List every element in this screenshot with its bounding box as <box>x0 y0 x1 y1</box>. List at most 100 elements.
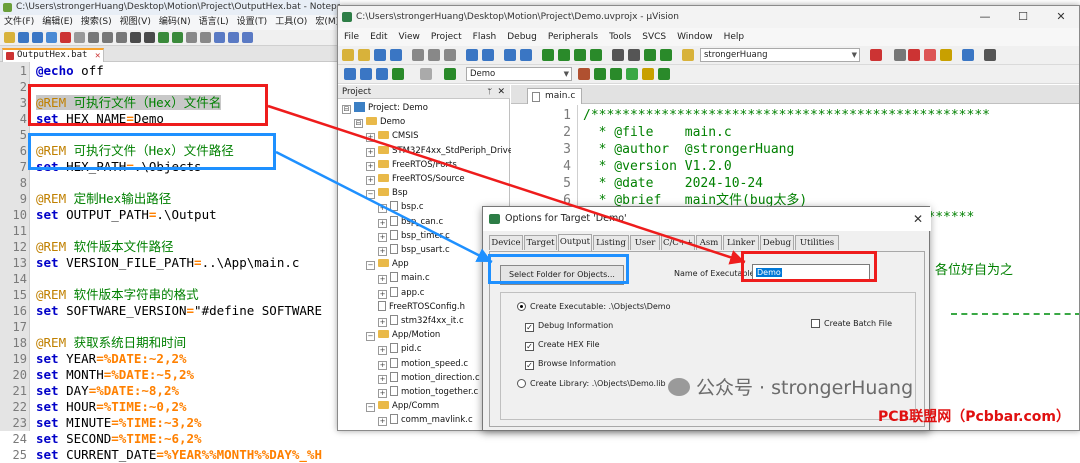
find-in-files-icon[interactable] <box>682 49 694 61</box>
cut-icon[interactable] <box>412 49 424 61</box>
uv-menu-item[interactable]: Flash <box>473 28 497 46</box>
unindent-icon[interactable] <box>628 49 640 61</box>
sync-scroll-icon[interactable] <box>214 32 225 43</box>
browse-info-option[interactable]: ✓ Browse Information <box>525 358 616 370</box>
translate-icon[interactable] <box>344 68 356 80</box>
expand-toggle-icon[interactable]: + <box>366 176 375 185</box>
batch-build-icon[interactable] <box>392 68 404 80</box>
expand-toggle-icon[interactable]: + <box>378 374 387 384</box>
npp-menu-item[interactable]: 视图(V) <box>120 15 151 30</box>
npp-menu-item[interactable]: 语言(L) <box>199 15 229 30</box>
expand-toggle-icon[interactable]: + <box>378 275 387 285</box>
close-file-icon[interactable] <box>60 32 71 43</box>
expand-toggle-icon[interactable]: + <box>378 289 387 299</box>
checkbox-checked-icon[interactable]: ✓ <box>525 323 534 332</box>
project-tree-item[interactable]: − Bsp <box>366 186 408 201</box>
tab-outputhex-bat[interactable]: OutputHex.bat ✕ <box>2 48 105 62</box>
stop-build-icon[interactable] <box>420 68 432 80</box>
dialog-tab-linker[interactable]: Linker <box>723 235 759 250</box>
project-tree-item[interactable]: + stm32f4xx_it.c <box>378 314 464 329</box>
select-packs-icon[interactable] <box>626 68 638 80</box>
project-tree-item[interactable]: + STM32F4xx_StdPeriph_Driver <box>366 144 517 159</box>
project-tree-item[interactable]: − App/Comm <box>366 399 439 414</box>
project-tree-item[interactable]: ⊟ Demo <box>354 115 405 130</box>
undo-icon[interactable] <box>130 32 141 43</box>
uv-menu-item[interactable]: SVCS <box>642 28 666 46</box>
dialog-tab-device[interactable]: Device <box>489 235 523 250</box>
expand-toggle-icon[interactable]: − <box>366 261 375 271</box>
project-tree-item[interactable]: − App <box>366 257 409 272</box>
undo-icon[interactable] <box>466 49 478 61</box>
project-tree-item[interactable]: + bsp_can.c <box>378 215 443 230</box>
npp-menu-item[interactable]: 工具(O) <box>275 15 307 30</box>
project-tree-item[interactable]: + bsp_timer.c <box>378 229 450 244</box>
pin-icon[interactable]: ᛘ <box>487 85 492 99</box>
close-window-button[interactable]: ✕ <box>1042 6 1079 28</box>
build-icon[interactable] <box>360 68 372 80</box>
target-select[interactable]: Demo ▼ <box>466 67 572 81</box>
find-icon[interactable] <box>870 49 882 61</box>
create-batch-option[interactable]: Create Batch File <box>811 318 892 329</box>
expand-toggle-icon[interactable]: ⊟ <box>342 105 351 114</box>
create-executable-option[interactable]: Create Executable: .\Objects\Demo <box>517 301 670 312</box>
project-tree-item[interactable]: + comm_mavlink.c <box>378 413 473 428</box>
dialog-tab-user[interactable]: User <box>630 235 660 250</box>
project-tree-item[interactable]: ⊟ Project: Demo <box>342 101 428 116</box>
project-tree-item[interactable]: + FreeRTOS/Source <box>366 172 465 187</box>
expand-toggle-icon[interactable]: − <box>366 403 375 413</box>
create-hex-option[interactable]: ✓ Create HEX File <box>525 339 600 351</box>
rebuild-icon[interactable] <box>376 68 388 80</box>
save-all-icon[interactable] <box>46 32 57 43</box>
debug-session-icon[interactable] <box>924 49 936 61</box>
project-tree-item[interactable]: + app.c <box>378 286 424 301</box>
copy-icon[interactable] <box>428 49 440 61</box>
dialog-tab-asm[interactable]: Asm <box>696 235 722 250</box>
uv-menu-item[interactable]: Project <box>431 28 462 46</box>
manage-run-time-env-icon[interactable] <box>610 68 622 80</box>
paste-icon[interactable] <box>116 32 127 43</box>
zoom-in-icon[interactable] <box>186 32 197 43</box>
npp-menu-item[interactable]: 搜索(S) <box>81 15 112 30</box>
uv-menu-item[interactable]: View <box>399 28 420 46</box>
print-icon[interactable] <box>74 32 85 43</box>
breakpoint-icon[interactable] <box>908 49 920 61</box>
replace-icon[interactable] <box>172 32 183 43</box>
dialog-tab-listing[interactable]: Listing <box>593 235 629 250</box>
expand-toggle-icon[interactable]: + <box>378 218 387 228</box>
open-file-icon[interactable] <box>18 32 29 43</box>
project-tree-item[interactable]: + bsp_usart.c <box>378 243 450 258</box>
new-file-icon[interactable] <box>342 49 354 61</box>
download-icon[interactable] <box>444 68 456 80</box>
paste-icon[interactable] <box>444 49 456 61</box>
uv-menu-item[interactable]: File <box>344 28 359 46</box>
redo-icon[interactable] <box>144 32 155 43</box>
word-wrap-icon[interactable] <box>228 32 239 43</box>
indent-guide-icon[interactable] <box>242 32 253 43</box>
project-tree-item[interactable]: + CMSIS <box>366 129 419 144</box>
find-icon[interactable] <box>158 32 169 43</box>
expand-toggle-icon[interactable]: − <box>366 190 375 200</box>
dialog-tab-debug[interactable]: Debug <box>760 235 794 250</box>
uv-menu-item[interactable]: Window <box>677 28 713 46</box>
configure-icon[interactable] <box>940 49 952 61</box>
nav-forward-icon[interactable] <box>520 49 532 61</box>
expand-toggle-icon[interactable]: + <box>378 318 387 327</box>
save-all-icon[interactable] <box>390 49 402 61</box>
manage-project-items-icon[interactable] <box>594 68 606 80</box>
expand-toggle-icon[interactable]: + <box>366 147 375 157</box>
npp-menu-item[interactable]: 设置(T) <box>237 15 268 30</box>
tools-icon[interactable] <box>984 49 996 61</box>
expand-toggle-icon[interactable]: + <box>378 346 387 356</box>
expand-toggle-icon[interactable]: + <box>378 417 387 427</box>
close-dialog-button[interactable]: ✕ <box>913 207 923 231</box>
project-tree-item[interactable]: + FreeRTOS/Ports <box>366 158 457 173</box>
expand-toggle-icon[interactable]: + <box>378 360 387 370</box>
close-icon[interactable]: ✕ <box>497 85 505 99</box>
dialog-tab-target[interactable]: Target <box>524 235 557 250</box>
zoom-out-icon[interactable] <box>200 32 211 43</box>
search-combo[interactable]: strongerHuang ▼ <box>700 48 860 62</box>
save-icon[interactable] <box>374 49 386 61</box>
close-icon[interactable]: ✕ <box>95 51 100 62</box>
uncomment-icon[interactable] <box>660 49 672 61</box>
checkbox-unchecked-icon[interactable] <box>811 319 820 328</box>
